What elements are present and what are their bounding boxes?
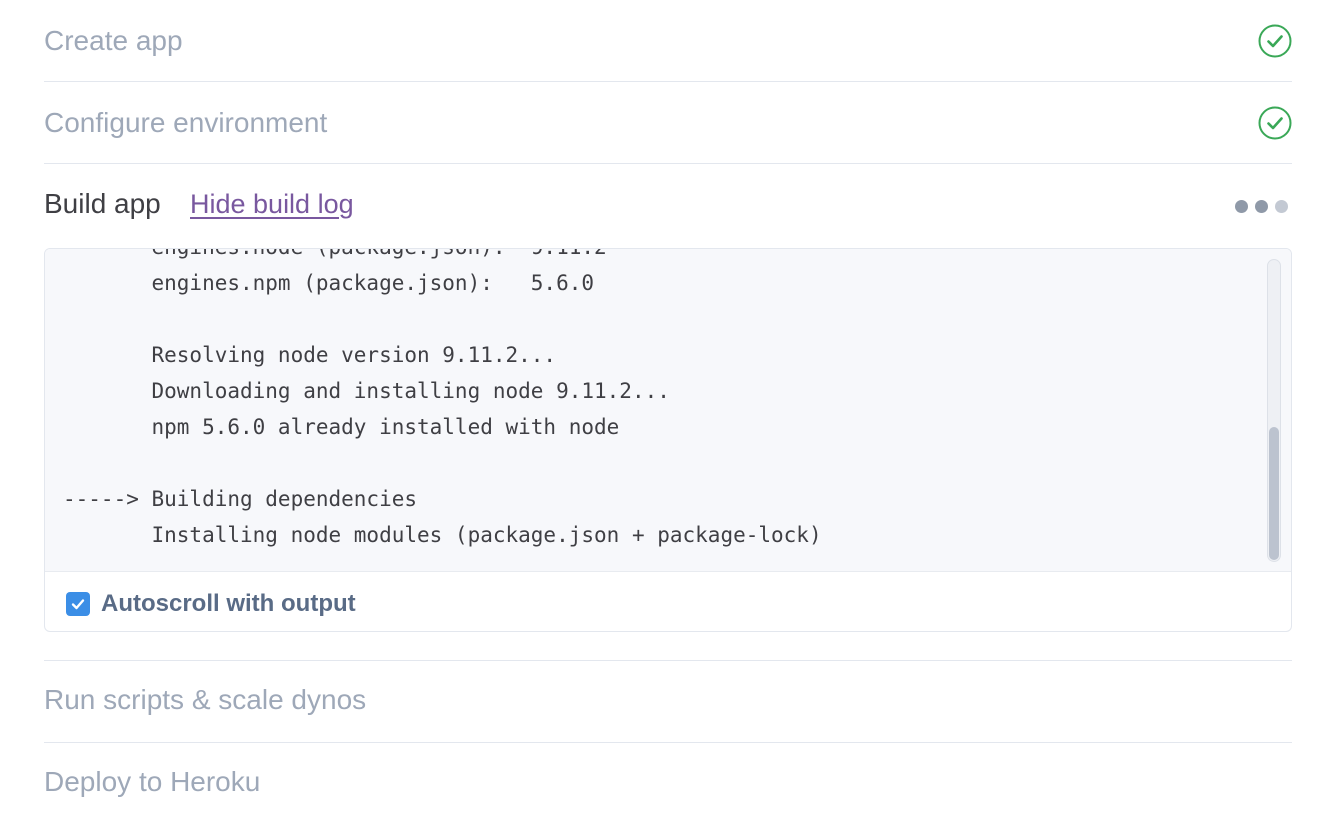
pending-steps: Run scripts & scale dynos Deploy to Hero… [44, 661, 1292, 825]
step-run-scripts: Run scripts & scale dynos [44, 661, 1292, 743]
step-title: Build app [44, 188, 161, 219]
log-line: npm 5.6.0 already installed with node [63, 415, 620, 439]
checkmark-icon [71, 599, 85, 610]
autoscroll-checkbox[interactable] [66, 592, 90, 616]
build-log-panel: engines.node (package.json): 9.11.2 engi… [44, 248, 1292, 632]
autoscroll-label: Autoscroll with output [101, 590, 356, 617]
loading-dots-icon [1235, 200, 1288, 213]
log-scrollbar-thumb[interactable] [1269, 427, 1279, 560]
log-line: engines.node (package.json): 9.11.2 [63, 249, 607, 259]
log-line: Resolving node version 9.11.2... [63, 343, 557, 367]
hide-build-log-link[interactable]: Hide build log [190, 191, 354, 218]
log-line: -----> Building dependencies [63, 487, 418, 511]
log-line: Installing node modules (package.json + … [63, 523, 822, 547]
step-title: Run scripts & scale dynos [44, 684, 367, 715]
loading-dot [1255, 200, 1268, 213]
autoscroll-toggle[interactable]: Autoscroll with output [66, 590, 356, 618]
log-scrollbar[interactable] [1267, 259, 1281, 562]
log-line: engines.npm (package.json): 5.6.0 [63, 271, 595, 295]
loading-dot [1235, 200, 1248, 213]
step-title: Deploy to Heroku [44, 766, 261, 797]
build-log-text: engines.node (package.json): 9.11.2 engi… [63, 249, 822, 553]
log-line: Downloading and installing node 9.11.2..… [63, 379, 670, 403]
step-deploy-heroku: Deploy to Heroku [44, 743, 1292, 825]
build-log-output[interactable]: engines.node (package.json): 9.11.2 engi… [45, 249, 1291, 572]
loading-dot [1275, 200, 1288, 213]
